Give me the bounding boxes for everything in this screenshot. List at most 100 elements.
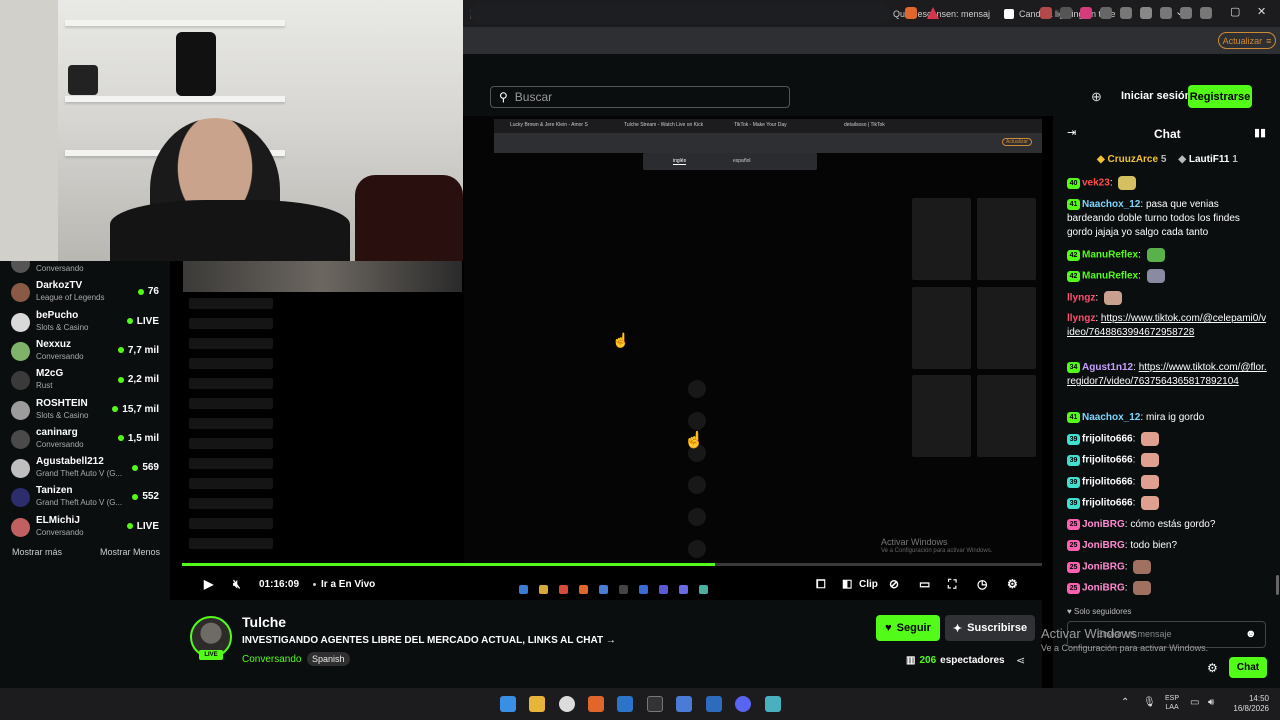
sidebar-channel-item[interactable]: Tanizen Grand Theft Auto V (G... 552	[11, 484, 163, 512]
channel-category: Conversando	[36, 439, 84, 449]
volume-icon[interactable]: 🔊︎	[1208, 697, 1214, 708]
sidebar-channel-item[interactable]: DarkozTV League of Legends 76	[11, 279, 163, 307]
sidebar-channel-item[interactable]: Nexxuz Conversando 7,7 mil	[11, 338, 163, 366]
stream-language-tag[interactable]: Spanish	[307, 652, 350, 666]
update-button[interactable]: Actualizar ≡	[1218, 32, 1276, 49]
sidebar-channel-item[interactable]: Agustabell212 Grand Theft Auto V (G... 569	[11, 455, 163, 483]
miniplayer-icon[interactable]: ▭	[919, 577, 930, 591]
gifter-item: ◆ CruuzArce 5	[1097, 154, 1166, 165]
search-input[interactable]: ⚲ Buscar	[490, 86, 790, 108]
theater-mode-icon[interactable]: ⧠	[816, 577, 826, 592]
vpn-icon[interactable]	[1200, 7, 1212, 19]
channel-category: Rust	[36, 381, 53, 391]
channel-viewer-count: 1,5 mil	[117, 433, 159, 444]
file-explorer-icon[interactable]	[529, 696, 545, 712]
go-live-link[interactable]: Ir a En Vivo	[313, 579, 375, 590]
login-button[interactable]: Iniciar sesión	[1121, 90, 1191, 102]
music-icon[interactable]	[1120, 7, 1132, 19]
sidebar-channel-item[interactable]: caninarg Conversando 1,5 mil	[11, 426, 163, 454]
chat-title: Chat	[1154, 127, 1181, 141]
bookmark-icon[interactable]	[1160, 7, 1172, 19]
terminal-icon[interactable]	[647, 696, 663, 712]
fullscreen-icon[interactable]: ⛶	[948, 577, 956, 592]
chat-users-icon[interactable]: ▮▮	[1254, 126, 1266, 139]
subscribe-button[interactable]: ✦ Suscribirse	[945, 615, 1035, 641]
maximize-icon[interactable]: ▢	[1230, 5, 1240, 18]
live-dot-icon	[112, 406, 119, 412]
chat-username[interactable]: frijolito666	[1082, 455, 1133, 466]
app-icon[interactable]	[706, 696, 722, 712]
chat-username[interactable]: vek23	[1082, 178, 1110, 189]
settings-icon[interactable]: ⚙	[1007, 577, 1018, 591]
quality-icon[interactable]: ◷	[977, 577, 987, 591]
chat-username[interactable]: Naachox_12	[1082, 199, 1140, 210]
network-icon[interactable]: ▭	[1190, 697, 1199, 708]
emote-icon	[1141, 453, 1160, 467]
chat-send-button[interactable]: Chat	[1229, 657, 1267, 678]
chat-username[interactable]: llyngz	[1067, 293, 1095, 304]
microphone-icon[interactable]: 🎙︎	[1143, 697, 1156, 708]
sidebar-icon[interactable]	[1140, 7, 1152, 19]
globe-icon[interactable]: ⊕	[1091, 89, 1102, 105]
chat-username[interactable]: JoniBRG	[1082, 519, 1125, 530]
show-less-link[interactable]: Mostrar Menos	[100, 547, 160, 557]
extension-icon[interactable]	[1080, 7, 1092, 19]
video-tile	[977, 375, 1036, 457]
chat-username[interactable]: llyngz	[1067, 313, 1095, 324]
discord-icon[interactable]	[735, 696, 751, 712]
chat-username[interactable]: JoniBRG	[1082, 583, 1125, 594]
channel-count-value: 15,7 mil	[122, 403, 159, 415]
stream-taskbar-icon	[579, 585, 588, 594]
app-icon[interactable]	[617, 696, 633, 712]
close-window-icon[interactable]: ✕	[1257, 5, 1266, 18]
vscode-icon[interactable]	[676, 696, 692, 712]
signup-button[interactable]: Registrarse	[1188, 85, 1252, 108]
follow-button[interactable]: ♥ Seguir	[876, 615, 940, 641]
chat-username[interactable]: frijolito666	[1082, 434, 1133, 445]
chat-username[interactable]: ManuReflex	[1082, 271, 1138, 282]
brave-shield-icon[interactable]	[905, 7, 917, 19]
channel-category: Slots & Casino	[36, 322, 89, 332]
chrome-icon[interactable]	[559, 696, 575, 712]
extension-icon[interactable]	[1060, 7, 1072, 19]
chat-username[interactable]: frijolito666	[1082, 477, 1133, 488]
chat-settings-icon[interactable]: ⚙	[1207, 661, 1218, 675]
emoji-icon[interactable]: ☻	[1245, 628, 1257, 640]
share-icon[interactable]: ⋖	[1016, 654, 1025, 667]
browser-tab[interactable]: Candela lighting on time	[998, 3, 1116, 24]
tray-arrow-icon[interactable]: ⌃	[1121, 697, 1129, 708]
skeleton-row	[189, 318, 273, 329]
sidebar-channel-item[interactable]: ELMichiJ Conversando LIVE	[11, 514, 163, 542]
sidebar-channel-item[interactable]: M2cG Rust 2,2 mil	[11, 367, 163, 395]
sidebar-channel-item[interactable]: bePucho Slots & Casino LIVE	[11, 309, 163, 337]
chat-scrollbar[interactable]	[1276, 575, 1279, 595]
clip-button[interactable]: Clip	[859, 579, 878, 590]
play-icon[interactable]: ▶	[204, 577, 213, 591]
show-more-link[interactable]: Mostrar más	[12, 547, 62, 557]
live-dot-icon	[126, 523, 133, 530]
ai-icon[interactable]	[1180, 7, 1192, 19]
extension-icon[interactable]	[1040, 7, 1052, 19]
menu-icon: ≡	[1266, 35, 1272, 46]
chat-username[interactable]: JoniBRG	[1082, 540, 1125, 551]
input-language[interactable]: ESP LAA	[1165, 694, 1179, 712]
system-clock[interactable]: 14:50 16/8/2026	[1229, 694, 1269, 714]
progress-bar[interactable]	[182, 563, 1042, 566]
sidebar-channel-item[interactable]: ROSHTEIN Slots & Casino 15,7 mil	[11, 397, 163, 425]
notepad-icon[interactable]	[765, 696, 781, 712]
brave-icon[interactable]	[588, 696, 604, 712]
no-subtitles-icon[interactable]: ⊘	[889, 577, 899, 591]
chat-username[interactable]: JoniBRG	[1082, 562, 1125, 573]
start-icon[interactable]	[500, 696, 516, 712]
collapse-chat-icon[interactable]: ⇥	[1067, 126, 1076, 139]
clip-icon[interactable]: ◧	[842, 577, 852, 590]
puzzle-icon[interactable]	[1100, 7, 1112, 19]
url-field[interactable]	[470, 3, 890, 24]
streamer-name[interactable]: Tulche	[242, 614, 286, 630]
chat-username[interactable]: Agust1n12	[1082, 362, 1133, 373]
chat-username[interactable]: Naachox_12	[1082, 412, 1140, 423]
stream-category[interactable]: Conversando	[242, 654, 301, 665]
chat-username[interactable]: frijolito666	[1082, 498, 1133, 509]
chat-username[interactable]: ManuReflex	[1082, 250, 1138, 261]
mute-icon[interactable]: 🔇︎	[233, 577, 241, 592]
